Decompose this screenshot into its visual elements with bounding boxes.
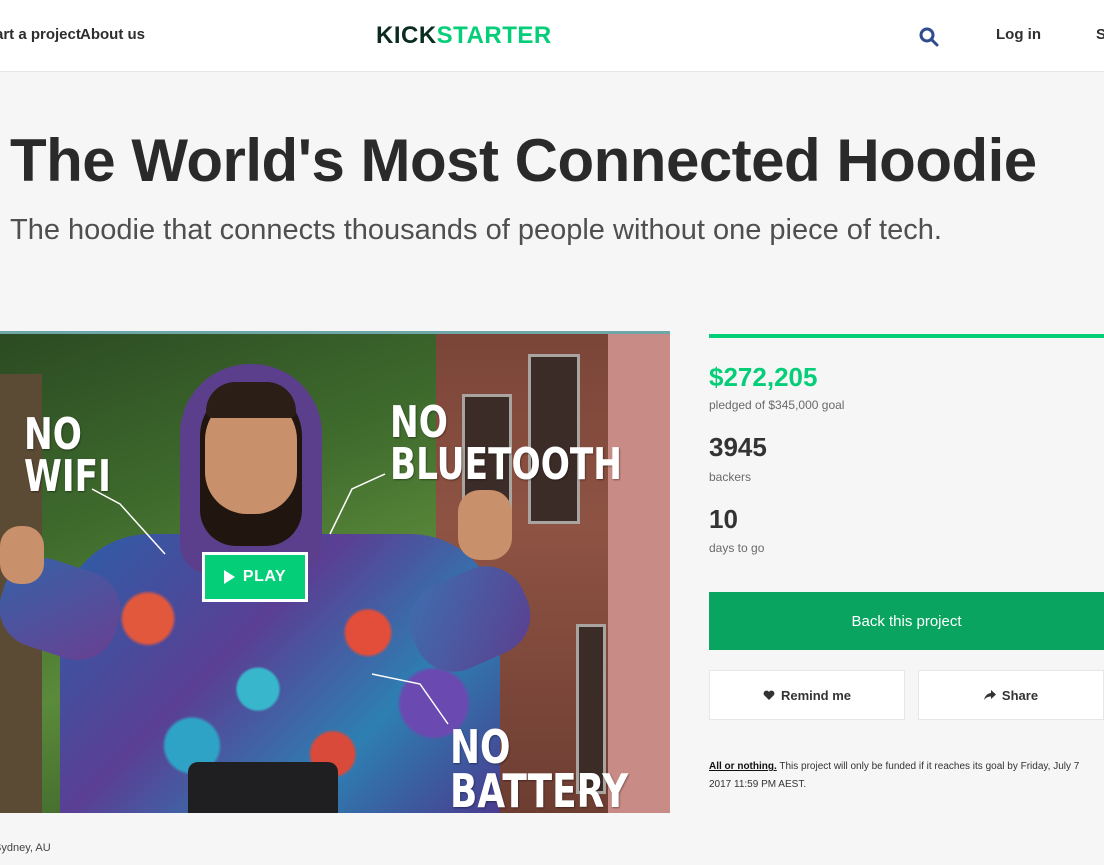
pledged-goal-text: pledged of $345,000 goal	[709, 398, 845, 412]
play-label: PLAY	[242, 568, 287, 585]
project-location[interactable]: Sydney, AU	[0, 842, 51, 854]
start-project-link[interactable]: Start a project	[0, 26, 81, 43]
share-button[interactable]: Share	[918, 670, 1104, 720]
all-or-nothing-notice: All or nothing. This project will only b…	[709, 758, 1104, 793]
project-subtitle: The hoodie that connects thousands of pe…	[10, 214, 942, 246]
kickstarter-logo[interactable]: KICKSTARTER	[376, 22, 552, 50]
play-button[interactable]: PLAY	[202, 552, 308, 602]
remind-me-button[interactable]: Remind me	[709, 670, 905, 720]
back-project-button[interactable]: Back this project	[709, 592, 1104, 650]
callout-line: BATTERY	[450, 763, 629, 813]
project-video[interactable]: NO WIFI NO BLUETOOTH NO BATTERY PLAY	[0, 331, 670, 813]
logo-starter: STARTER	[436, 22, 552, 49]
callout-line: WIFI	[24, 450, 111, 502]
signup-link[interactable]: Sign up	[1096, 26, 1104, 43]
days-label: days to go	[709, 541, 765, 555]
callout-line: BLUETOOTH	[390, 438, 623, 490]
pledged-amount: $272,205	[709, 362, 818, 392]
callout-no-bluetooth: NO BLUETOOTH	[390, 397, 623, 490]
top-nav: Start a project About us KICKSTARTER Log…	[0, 0, 1104, 72]
share-arrow-icon	[983, 690, 996, 700]
about-us-link[interactable]: About us	[80, 26, 145, 43]
project-title: The World's Most Connected Hoodie	[10, 127, 1037, 194]
backers-count: 3945	[709, 432, 767, 462]
callout-line: NO	[390, 397, 448, 448]
login-link[interactable]: Log in	[996, 26, 1041, 43]
callout-no-wifi: NO WIFI	[24, 409, 111, 502]
remind-me-label: Remind me	[780, 687, 852, 703]
search-icon[interactable]	[918, 26, 940, 48]
all-or-nothing-link[interactable]: All or nothing.	[709, 761, 777, 772]
callout-line: NO	[24, 409, 82, 460]
days-remaining: 10	[709, 504, 738, 534]
backers-label: backers	[709, 470, 752, 484]
funding-progress-bar	[709, 334, 1104, 338]
logo-kick: KICK	[376, 22, 437, 49]
heart-icon	[763, 690, 775, 700]
callout-no-battery: NO BATTERY	[450, 724, 629, 813]
share-label: Share	[1001, 687, 1039, 703]
play-icon	[223, 570, 235, 584]
